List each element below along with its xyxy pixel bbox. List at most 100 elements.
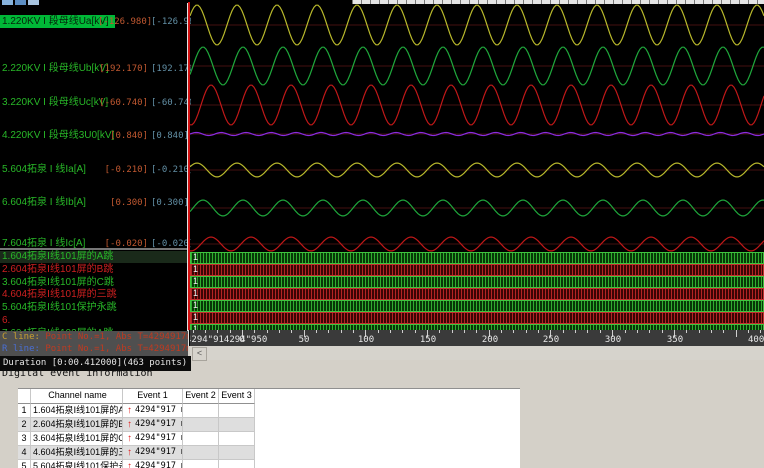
event-channel-name: 1.604拓泉Ⅰ线101屏的A跳 bbox=[31, 404, 123, 418]
c-line-status: C line: Point No.=1, Abs T=4294917ms, Re… bbox=[0, 331, 188, 343]
analog-channel-row[interactable]: 4.220KV I 段母线3U0[kV] [0.840] [0.840] bbox=[0, 129, 189, 142]
digital-channel-label[interactable]: 3.604拓泉Ⅰ线101屏的C跳 bbox=[0, 277, 189, 289]
axis-tick bbox=[402, 330, 404, 333]
axis-tick bbox=[723, 330, 725, 333]
digital-event-table[interactable]: Channel name Event 1 Event 2 Event 3 1 1.604拓… bbox=[18, 388, 520, 468]
digital-channel-label[interactable]: 6. bbox=[0, 315, 189, 327]
rising-edge-icon: ↑ bbox=[127, 418, 132, 430]
axis-tick bbox=[229, 330, 231, 333]
event1-cell: ↑4294"917 ms bbox=[123, 446, 183, 460]
row-number: 1 bbox=[18, 404, 31, 418]
horizontal-scrollbar[interactable]: < bbox=[190, 346, 764, 361]
analog-channel-row[interactable]: 2.220KV I 段母线Ub[kV][192.170][192.170] bbox=[0, 62, 191, 75]
event3-cell bbox=[219, 460, 255, 468]
analog-channel-label: 2.220KV I 段母线Ub[kV] bbox=[2, 63, 109, 74]
digital-channel-label[interactable]: 2.604拓泉Ⅰ线101屏的B跳 bbox=[0, 264, 189, 276]
header-num bbox=[18, 389, 31, 404]
event1-cell: ↑4294"917 ms bbox=[123, 460, 183, 468]
rising-edge-icon: ↑ bbox=[127, 404, 132, 416]
axis-tick bbox=[513, 330, 515, 333]
digital-state-value: 1 bbox=[193, 276, 199, 286]
analog-channel-row[interactable]: 5.604拓泉 I 线Ia[A] [-0.210] [-0.210] bbox=[0, 163, 191, 176]
axis-tick bbox=[254, 330, 256, 333]
header-event-3: Event 3 bbox=[219, 389, 255, 404]
r-line-text: Point No.=1, Abs T=4294917ms, Rel T=4294… bbox=[45, 344, 188, 354]
fault-recorder-window: 1.220KV I 段母线Ua[kV][-126.980][-126.980] 2… bbox=[0, 0, 764, 468]
axis-tick bbox=[328, 330, 330, 333]
axis-tick bbox=[599, 330, 601, 333]
axis-label: 350 bbox=[666, 335, 684, 345]
cursor-r-value: [-60.740] bbox=[151, 98, 191, 108]
axis-tick bbox=[476, 330, 478, 333]
axis-tick bbox=[698, 330, 700, 333]
event1-time: 4294"917 ms bbox=[135, 447, 182, 457]
rising-edge-icon: ↑ bbox=[127, 460, 132, 468]
axis-tick bbox=[710, 330, 712, 333]
event2-cell bbox=[183, 460, 219, 468]
digital-trace[interactable]: 1 bbox=[190, 288, 764, 300]
row-number: 4 bbox=[18, 446, 31, 460]
axis-tick bbox=[451, 330, 453, 333]
analog-channel-row[interactable]: 6.604拓泉 I 线Ib[A] [0.300] [0.300] bbox=[0, 196, 189, 209]
event-channel-name: 5.604拓泉Ⅰ线101保护永跳 bbox=[31, 460, 123, 468]
cursor-c-value: [0.840] bbox=[110, 131, 148, 141]
axis-tick bbox=[291, 330, 293, 333]
axis-label: 300 bbox=[604, 335, 622, 345]
table-row[interactable]: 55.604拓泉Ⅰ线101保护永跳↑4294"917 ms bbox=[18, 460, 520, 468]
event2-cell bbox=[183, 418, 219, 432]
cursor-r-value: [-126.980] bbox=[151, 17, 191, 27]
header-event-2: Event 2 bbox=[183, 389, 219, 404]
digital-state-value: 1 bbox=[193, 252, 199, 262]
rising-edge-icon: ↑ bbox=[127, 432, 132, 444]
r-line-status: R line: Point No.=1, Abs T=4294917ms, Re… bbox=[0, 343, 188, 355]
cursor-status-panel: C line: Point No.=1, Abs T=4294917ms, Re… bbox=[0, 331, 188, 356]
event3-cell bbox=[219, 446, 255, 460]
header-event-1: Event 1 bbox=[123, 389, 183, 404]
digital-trace[interactable]: 1 bbox=[190, 276, 764, 288]
event1-time: 4294"917 ms bbox=[135, 405, 182, 415]
analog-channel-row[interactable]: 3.220KV I 段母线Uc[kV][-60.740][-60.740] bbox=[0, 96, 191, 109]
axis-tick bbox=[661, 330, 663, 333]
cursor-c-value: [-60.740] bbox=[99, 98, 148, 108]
axis-label: 250 bbox=[542, 335, 560, 345]
axis-tick bbox=[377, 330, 379, 333]
digital-channel-label[interactable]: 4.604拓泉Ⅰ线101屏的三跳 bbox=[0, 289, 189, 301]
axis-label: 400 bbox=[748, 335, 764, 345]
axis-tick bbox=[649, 330, 651, 333]
digital-channel-label[interactable]: 1.604拓泉Ⅰ线101屏的A跳 bbox=[0, 251, 189, 263]
analog-waveform bbox=[189, 131, 764, 137]
table-row[interactable]: 22.604拓泉Ⅰ线101屏的B跳↑4294"917 ms bbox=[18, 418, 520, 432]
table-row[interactable]: 33.604拓泉Ⅰ线101屏的C跳↑4294"917 ms bbox=[18, 432, 520, 446]
cursor-line[interactable] bbox=[188, 2, 190, 330]
axis-tick bbox=[575, 330, 577, 333]
table-row[interactable]: 44.604拓泉Ⅰ线101屏的三跳↑4294"917 ms bbox=[18, 446, 520, 460]
analog-channel-label: 6.604拓泉 I 线Ib[A] bbox=[2, 197, 86, 208]
event1-time: 4294"917 ms bbox=[135, 433, 182, 443]
axis-tick bbox=[624, 330, 626, 333]
row-number: 2 bbox=[18, 418, 31, 432]
table-row[interactable]: 11.604拓泉Ⅰ线101屏的A跳 ↑4294"917 ms bbox=[18, 404, 520, 418]
event3-cell bbox=[219, 432, 255, 446]
time-axis[interactable]: 4294"914294"950 0 50 100 150 200 250 300 350 400 bbox=[190, 330, 764, 346]
analog-channel-row[interactable]: 1.220KV I 段母线Ua[kV][-126.980][-126.980] bbox=[0, 15, 191, 28]
axis-tick bbox=[686, 330, 688, 333]
event2-cell bbox=[183, 404, 219, 418]
axis-label: 200 bbox=[481, 335, 499, 345]
event-channel-name: 4.604拓泉Ⅰ线101屏的三跳 bbox=[31, 446, 123, 460]
axis-label: 4294"914294"950 bbox=[190, 335, 268, 345]
scroll-left-button[interactable]: < bbox=[192, 347, 207, 361]
event3-cell bbox=[219, 418, 255, 432]
digital-trace[interactable]: 1 bbox=[190, 300, 764, 312]
digital-trace[interactable]: 1 bbox=[190, 264, 764, 276]
digital-trace[interactable]: 1 bbox=[190, 312, 764, 324]
waveform-viewer: 1.220KV I 段母线Ua[kV][-126.980][-126.980] 2… bbox=[0, 0, 764, 346]
axis-tick bbox=[266, 330, 268, 333]
axis-label: 150 bbox=[419, 335, 437, 345]
axis-tick bbox=[353, 330, 355, 333]
axis-tick bbox=[501, 330, 503, 333]
digital-trace[interactable]: 1 bbox=[190, 252, 764, 264]
digital-trace-area[interactable]: 1111111 bbox=[190, 252, 764, 330]
header-channel-name: Channel name bbox=[31, 389, 123, 404]
axis-label: 50 bbox=[298, 335, 310, 345]
digital-channel-label[interactable]: 5.604拓泉Ⅰ线101保护永跳 bbox=[0, 302, 189, 314]
